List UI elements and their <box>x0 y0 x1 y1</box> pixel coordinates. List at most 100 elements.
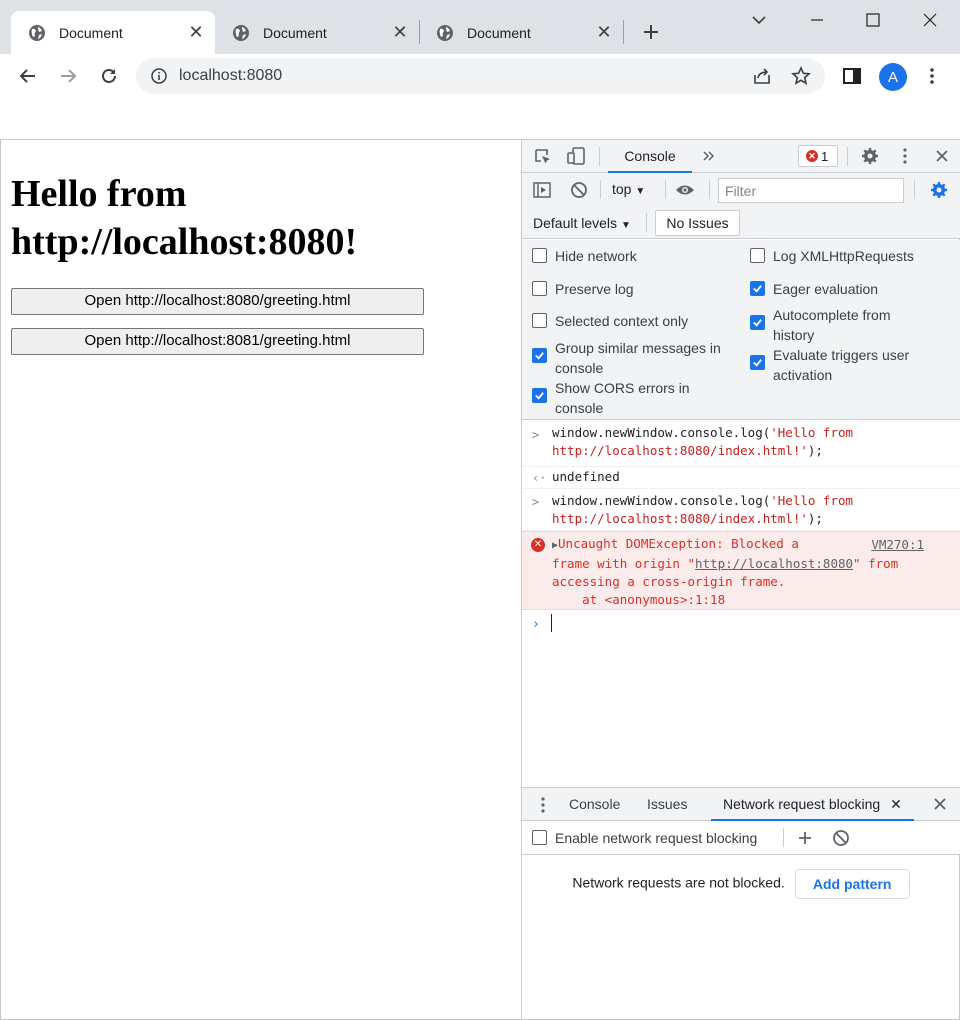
avatar[interactable]: A <box>879 63 907 91</box>
setting-label: Group similar messages in console <box>555 340 721 376</box>
checkbox-checked[interactable] <box>532 348 547 363</box>
context-value: top <box>612 181 632 197</box>
check-icon <box>535 352 544 360</box>
back-icon[interactable] <box>16 64 40 88</box>
request-blocking-empty-state: Network requests are not blocked. Add pa… <box>522 869 960 899</box>
page-content: Hello from http://localhost:8080! Open h… <box>1 140 521 1019</box>
setting-evaluate-triggers[interactable]: Evaluate triggers user activation <box>750 345 955 385</box>
setting-log-xhr[interactable]: Log XMLHttpRequests <box>750 246 950 266</box>
divider <box>709 180 710 199</box>
log-levels-dropdown[interactable]: Default levels ▼ <box>533 215 631 231</box>
setting-group-similar[interactable]: Group similar messages in console <box>532 338 737 378</box>
divider <box>847 147 848 166</box>
setting-preserve-log[interactable]: Preserve log <box>532 279 732 299</box>
page-heading: Hello from http://localhost:8080! <box>11 173 358 263</box>
error-text-part: " from <box>853 556 899 571</box>
add-pattern-plus-icon[interactable] <box>795 828 815 848</box>
checkbox-checked[interactable] <box>750 355 765 370</box>
empty-state-text: Network requests are not blocked. <box>572 874 785 891</box>
setting-eager-evaluation[interactable]: Eager evaluation <box>750 279 950 299</box>
error-origin-link[interactable]: http://localhost:8080 <box>695 556 853 571</box>
open-8081-greeting-button[interactable]: Open http://localhost:8081/greeting.html <box>11 328 424 355</box>
reload-icon[interactable] <box>97 64 121 88</box>
menu-kebab-icon[interactable] <box>920 64 944 88</box>
drawer-tab-console[interactable]: Console <box>569 788 620 821</box>
checkbox-checked[interactable] <box>750 315 765 330</box>
url-text: localhost:8080 <box>179 67 283 84</box>
source-link[interactable]: VM270:1 <box>871 536 924 554</box>
window-close-icon[interactable] <box>918 8 942 32</box>
error-text-part: accessing a cross-origin frame. <box>552 574 786 589</box>
sidebar-toggle-icon[interactable] <box>532 180 552 200</box>
close-icon[interactable]: ✕ <box>595 22 613 42</box>
globe-icon <box>233 24 249 41</box>
console-error-message[interactable]: ✕ ▶Uncaught DOMException: Blocked a fram… <box>522 531 960 610</box>
settings-gear-icon[interactable] <box>860 146 880 166</box>
issues-button[interactable]: No Issues <box>655 210 740 236</box>
tab-title: Document <box>467 24 531 41</box>
console-output[interactable]: > window.newWindow.console.log('Hello fr… <box>522 420 960 787</box>
setting-selected-context-only[interactable]: Selected context only <box>532 311 732 331</box>
side-panel-icon[interactable] <box>840 64 864 88</box>
checkbox[interactable] <box>532 281 547 296</box>
minimize-icon[interactable] <box>805 8 829 32</box>
share-icon[interactable] <box>751 65 773 87</box>
setting-label: Show CORS errors in console <box>555 380 690 416</box>
console-command: window.newWindow.console.log('Hello from… <box>552 492 952 528</box>
close-icon[interactable]: ✕ <box>187 22 205 42</box>
open-8080-greeting-button[interactable]: Open http://localhost:8080/greeting.html <box>11 288 424 315</box>
checkbox[interactable] <box>532 313 547 328</box>
info-icon[interactable] <box>150 67 168 85</box>
setting-label: Evaluate triggers user activation <box>773 347 910 383</box>
drawer-tab-issues[interactable]: Issues <box>647 788 687 821</box>
live-expression-eye-icon[interactable] <box>675 180 695 200</box>
levels-label: Default levels <box>533 215 618 231</box>
inspect-element-icon[interactable] <box>533 147 553 167</box>
tab-search-icon[interactable] <box>747 8 771 32</box>
browser-toolbar: localhost:8080 A <box>0 54 960 99</box>
code-text: window.newWindow.console.log( <box>552 425 771 440</box>
divider <box>914 180 915 199</box>
close-icon[interactable]: ✕ <box>890 796 902 812</box>
add-pattern-button[interactable]: Add pattern <box>794 869 910 899</box>
tab-console[interactable]: Console <box>608 140 692 173</box>
setting-label: Enable network request blocking <box>555 830 758 846</box>
filter-input[interactable]: Filter <box>718 178 904 203</box>
error-headline: Uncaught DOMException: Blocked a <box>558 536 799 551</box>
more-tabs-chevron-icon[interactable] <box>699 146 719 166</box>
close-drawer-icon[interactable] <box>930 794 950 814</box>
checkbox[interactable] <box>532 830 547 845</box>
setting-show-cors-errors[interactable]: Show CORS errors in console <box>532 378 722 418</box>
close-icon[interactable]: ✕ <box>391 22 409 42</box>
device-toolbar-icon[interactable] <box>566 146 586 166</box>
browser-tab[interactable]: Document ✕ <box>419 11 623 54</box>
drawer-tab-network-request-blocking[interactable]: Network request blocking ✕ <box>711 788 914 821</box>
checkbox[interactable] <box>532 248 547 263</box>
address-bar[interactable]: localhost:8080 <box>136 58 825 94</box>
setting-hide-network[interactable]: Hide network <box>532 246 732 266</box>
setting-label: Autocomplete from history <box>773 307 891 343</box>
bookmark-star-icon[interactable] <box>790 65 812 87</box>
remove-all-patterns-icon[interactable] <box>831 828 851 848</box>
error-count-badge[interactable]: ✕ 1 <box>798 145 838 167</box>
maximize-icon[interactable] <box>861 8 885 32</box>
checkbox-checked[interactable] <box>532 388 547 403</box>
console-filter-bar: top ▼ Filter <box>522 173 960 206</box>
new-tab-icon[interactable] <box>639 20 663 44</box>
console-result: undefined <box>552 469 620 484</box>
setting-autocomplete-history[interactable]: Autocomplete from history <box>750 305 925 345</box>
error-icon: ✕ <box>531 538 545 552</box>
enable-request-blocking[interactable]: Enable network request blocking <box>532 828 757 848</box>
clear-console-icon[interactable] <box>569 180 589 200</box>
context-select[interactable]: top ▼ <box>612 181 645 197</box>
checkbox-checked[interactable] <box>750 281 765 296</box>
drawer-menu-kebab-icon[interactable] <box>533 795 553 815</box>
console-settings-gear-icon[interactable] <box>929 180 949 200</box>
forward-icon[interactable] <box>56 64 80 88</box>
browser-tab[interactable]: Document ✕ <box>11 11 215 54</box>
close-devtools-icon[interactable] <box>932 146 952 166</box>
customize-kebab-icon[interactable] <box>895 146 915 166</box>
browser-tab[interactable]: Document ✕ <box>215 11 419 54</box>
divider <box>600 180 601 199</box>
checkbox[interactable] <box>750 248 765 263</box>
